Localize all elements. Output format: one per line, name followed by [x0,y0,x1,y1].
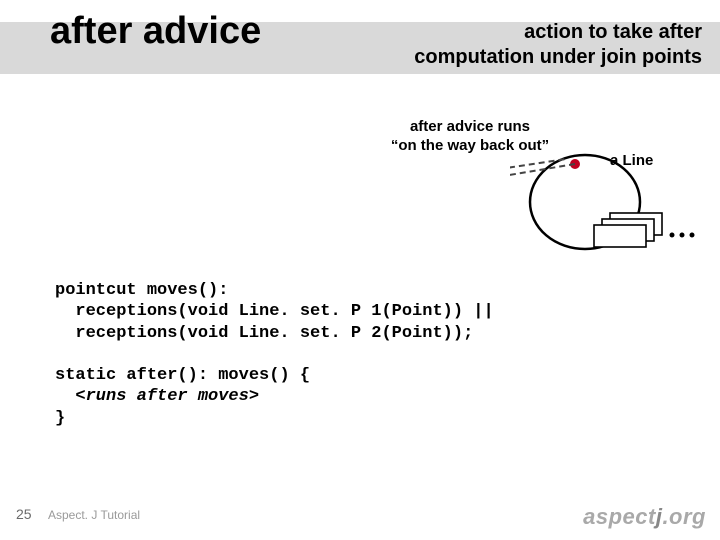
dot-2 [680,233,685,238]
code-block: pointcut moves(): receptions(void Line. … [55,280,494,429]
header: after advice action to take after comput… [0,0,720,80]
diagram-svg [510,145,710,265]
footer-tutorial: Aspect. J Tutorial [48,508,140,522]
slide-subtitle: action to take after computation under j… [414,20,702,70]
kw-pointcut: pointcut [55,281,137,300]
subtitle-line1: action to take after [524,21,702,43]
dot-1 [670,233,675,238]
box-front [594,225,646,247]
code-line2: receptions(void Line. set. P 1(Point)) |… [55,302,494,321]
code-line3: receptions(void Line. set. P 2(Point)); [55,324,473,343]
code-line6: <runs after moves> [55,387,259,406]
slide: after advice action to take after comput… [0,0,720,540]
logo-part-a: aspect [583,504,656,529]
diagram [510,145,700,255]
dot-3 [690,233,695,238]
footer-logo: aspectj.org [583,504,706,530]
arrow-in [510,164,575,190]
code-line7: } [55,409,65,428]
slide-title: after advice [50,10,261,53]
code-line5b: (): moves() { [177,366,310,385]
caption-line1: after advice runs [410,118,530,135]
page-number: 25 [16,506,32,522]
subtitle-line2: computation under join points [414,46,702,68]
kw-static-after: static after [55,366,177,385]
code-line1-rest: moves(): [137,281,229,300]
logo-part-c: .org [662,504,706,529]
